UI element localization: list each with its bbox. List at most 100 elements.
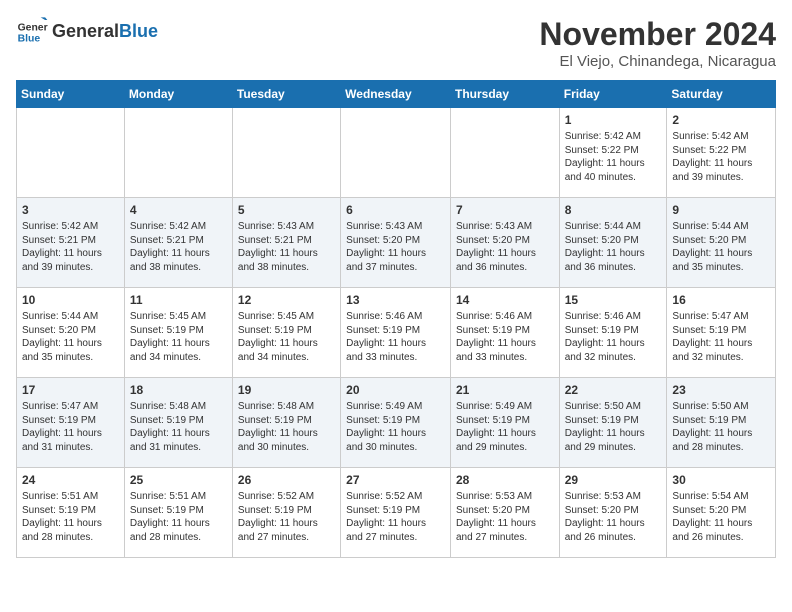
table-row: 25 Sunrise: 5:51 AM Sunset: 5:19 PM Dayli… bbox=[124, 468, 232, 558]
cell-content: Sunrise: 5:50 AM Sunset: 5:19 PM Dayligh… bbox=[565, 400, 662, 454]
cell-content: Sunrise: 5:47 AM Sunset: 5:19 PM Dayligh… bbox=[22, 400, 119, 454]
day-number: 28 bbox=[456, 472, 554, 488]
table-row: 15 Sunrise: 5:46 AM Sunset: 5:19 PM Dayli… bbox=[559, 288, 667, 378]
cell-content: Sunrise: 5:46 AM Sunset: 5:19 PM Dayligh… bbox=[565, 310, 662, 364]
day-number: 9 bbox=[672, 202, 770, 218]
title-section: November 2024 El Viejo, Chinandega, Nica… bbox=[539, 16, 776, 70]
table-row bbox=[341, 108, 451, 198]
day-number: 30 bbox=[672, 472, 770, 488]
month-title: November 2024 bbox=[539, 16, 776, 53]
header-thursday: Thursday bbox=[450, 81, 559, 108]
table-row: 2 Sunrise: 5:42 AM Sunset: 5:22 PM Daylig… bbox=[667, 108, 776, 198]
cell-content: Sunrise: 5:48 AM Sunset: 5:19 PM Dayligh… bbox=[238, 400, 335, 454]
header-saturday: Saturday bbox=[667, 81, 776, 108]
cell-content: Sunrise: 5:52 AM Sunset: 5:19 PM Dayligh… bbox=[238, 490, 335, 544]
table-row: 4Sunrise: 5:42 AM Sunset: 5:21 PM Daylig… bbox=[124, 198, 232, 288]
header-sunday: Sunday bbox=[17, 81, 125, 108]
table-row: 26 Sunrise: 5:52 AM Sunset: 5:19 PM Dayli… bbox=[232, 468, 340, 558]
svg-text:Blue: Blue bbox=[18, 34, 41, 45]
table-row: 14Sunrise: 5:46 AM Sunset: 5:19 PM Dayli… bbox=[450, 288, 559, 378]
day-number: 22 bbox=[565, 382, 662, 398]
day-number: 2 bbox=[672, 112, 770, 128]
header-friday: Friday bbox=[559, 81, 667, 108]
header: General Blue GeneralBlue November 2024 E… bbox=[16, 16, 776, 70]
cell-content: Sunrise: 5:42 AM Sunset: 5:22 PM Dayligh… bbox=[672, 130, 770, 184]
table-row: 10 Sunrise: 5:44 AM Sunset: 5:20 PM Dayli… bbox=[17, 288, 125, 378]
table-row: 7Sunrise: 5:43 AM Sunset: 5:20 PM Daylig… bbox=[450, 198, 559, 288]
table-row: 29Sunrise: 5:53 AM Sunset: 5:20 PM Dayli… bbox=[559, 468, 667, 558]
day-number: 13 bbox=[346, 292, 445, 308]
day-number: 24 bbox=[22, 472, 119, 488]
table-row bbox=[124, 108, 232, 198]
table-row bbox=[17, 108, 125, 198]
cell-content: Sunrise: 5:51 AM Sunset: 5:19 PM Dayligh… bbox=[22, 490, 119, 544]
cell-content: Sunrise: 5:51 AM Sunset: 5:19 PM Dayligh… bbox=[130, 490, 227, 544]
cell-content: Sunrise: 5:42 AM Sunset: 5:21 PM Dayligh… bbox=[22, 220, 119, 274]
day-number: 19 bbox=[238, 382, 335, 398]
table-row: 24 Sunrise: 5:51 AM Sunset: 5:19 PM Dayli… bbox=[17, 468, 125, 558]
table-row: 19 Sunrise: 5:48 AM Sunset: 5:19 PM Dayli… bbox=[232, 378, 340, 468]
table-row: 16 Sunrise: 5:47 AM Sunset: 5:19 PM Dayli… bbox=[667, 288, 776, 378]
table-row: 21Sunrise: 5:49 AM Sunset: 5:19 PM Dayli… bbox=[450, 378, 559, 468]
cell-content: Sunrise: 5:48 AM Sunset: 5:19 PM Dayligh… bbox=[130, 400, 227, 454]
day-number: 25 bbox=[130, 472, 227, 488]
cell-content: Sunrise: 5:49 AM Sunset: 5:19 PM Dayligh… bbox=[346, 400, 445, 454]
cell-content: Sunrise: 5:49 AM Sunset: 5:19 PM Dayligh… bbox=[456, 400, 554, 454]
header-monday: Monday bbox=[124, 81, 232, 108]
calendar-header-row: Sunday Monday Tuesday Wednesday Thursday… bbox=[17, 81, 776, 108]
cell-content: Sunrise: 5:46 AM Sunset: 5:19 PM Dayligh… bbox=[456, 310, 554, 364]
logo-icon: General Blue bbox=[16, 16, 48, 48]
logo-general-text: General bbox=[52, 21, 119, 41]
day-number: 3 bbox=[22, 202, 119, 218]
day-number: 26 bbox=[238, 472, 335, 488]
table-row: 12 Sunrise: 5:45 AM Sunset: 5:19 PM Dayli… bbox=[232, 288, 340, 378]
header-tuesday: Tuesday bbox=[232, 81, 340, 108]
cell-content: Sunrise: 5:44 AM Sunset: 5:20 PM Dayligh… bbox=[672, 220, 770, 274]
svg-text:General: General bbox=[18, 22, 48, 33]
table-row: 1Sunrise: 5:42 AM Sunset: 5:22 PM Daylig… bbox=[559, 108, 667, 198]
day-number: 20 bbox=[346, 382, 445, 398]
table-row: 20 Sunrise: 5:49 AM Sunset: 5:19 PM Dayli… bbox=[341, 378, 451, 468]
calendar-week-row: 24 Sunrise: 5:51 AM Sunset: 5:19 PM Dayli… bbox=[17, 468, 776, 558]
day-number: 15 bbox=[565, 292, 662, 308]
day-number: 8 bbox=[565, 202, 662, 218]
day-number: 10 bbox=[22, 292, 119, 308]
cell-content: Sunrise: 5:43 AM Sunset: 5:21 PM Dayligh… bbox=[238, 220, 335, 274]
header-wednesday: Wednesday bbox=[341, 81, 451, 108]
cell-content: Sunrise: 5:46 AM Sunset: 5:19 PM Dayligh… bbox=[346, 310, 445, 364]
cell-content: Sunrise: 5:45 AM Sunset: 5:19 PM Dayligh… bbox=[130, 310, 227, 364]
day-number: 4 bbox=[130, 202, 227, 218]
calendar-week-row: 17 Sunrise: 5:47 AM Sunset: 5:19 PM Dayli… bbox=[17, 378, 776, 468]
cell-content: Sunrise: 5:53 AM Sunset: 5:20 PM Dayligh… bbox=[565, 490, 662, 544]
table-row: 17 Sunrise: 5:47 AM Sunset: 5:19 PM Dayli… bbox=[17, 378, 125, 468]
day-number: 16 bbox=[672, 292, 770, 308]
cell-content: Sunrise: 5:47 AM Sunset: 5:19 PM Dayligh… bbox=[672, 310, 770, 364]
cell-content: Sunrise: 5:43 AM Sunset: 5:20 PM Dayligh… bbox=[456, 220, 554, 274]
table-row bbox=[232, 108, 340, 198]
table-row: 6Sunrise: 5:43 AM Sunset: 5:20 PM Daylig… bbox=[341, 198, 451, 288]
table-row: 18 Sunrise: 5:48 AM Sunset: 5:19 PM Dayli… bbox=[124, 378, 232, 468]
day-number: 17 bbox=[22, 382, 119, 398]
cell-content: Sunrise: 5:45 AM Sunset: 5:19 PM Dayligh… bbox=[238, 310, 335, 364]
day-number: 6 bbox=[346, 202, 445, 218]
day-number: 23 bbox=[672, 382, 770, 398]
table-row: 5 Sunrise: 5:43 AM Sunset: 5:21 PM Daylig… bbox=[232, 198, 340, 288]
cell-content: Sunrise: 5:44 AM Sunset: 5:20 PM Dayligh… bbox=[22, 310, 119, 364]
day-number: 5 bbox=[238, 202, 335, 218]
table-row: 28 Sunrise: 5:53 AM Sunset: 5:20 PM Dayli… bbox=[450, 468, 559, 558]
table-row bbox=[450, 108, 559, 198]
day-number: 18 bbox=[130, 382, 227, 398]
cell-content: Sunrise: 5:50 AM Sunset: 5:19 PM Dayligh… bbox=[672, 400, 770, 454]
calendar-week-row: 1Sunrise: 5:42 AM Sunset: 5:22 PM Daylig… bbox=[17, 108, 776, 198]
table-row: 22 Sunrise: 5:50 AM Sunset: 5:19 PM Dayli… bbox=[559, 378, 667, 468]
table-row: 8 Sunrise: 5:44 AM Sunset: 5:20 PM Daylig… bbox=[559, 198, 667, 288]
cell-content: Sunrise: 5:54 AM Sunset: 5:20 PM Dayligh… bbox=[672, 490, 770, 544]
calendar-table: Sunday Monday Tuesday Wednesday Thursday… bbox=[16, 80, 776, 558]
table-row: 9 Sunrise: 5:44 AM Sunset: 5:20 PM Daylig… bbox=[667, 198, 776, 288]
cell-content: Sunrise: 5:44 AM Sunset: 5:20 PM Dayligh… bbox=[565, 220, 662, 274]
calendar-week-row: 3 Sunrise: 5:42 AM Sunset: 5:21 PM Daylig… bbox=[17, 198, 776, 288]
day-number: 12 bbox=[238, 292, 335, 308]
cell-content: Sunrise: 5:53 AM Sunset: 5:20 PM Dayligh… bbox=[456, 490, 554, 544]
cell-content: Sunrise: 5:52 AM Sunset: 5:19 PM Dayligh… bbox=[346, 490, 445, 544]
table-row: 13 Sunrise: 5:46 AM Sunset: 5:19 PM Dayli… bbox=[341, 288, 451, 378]
